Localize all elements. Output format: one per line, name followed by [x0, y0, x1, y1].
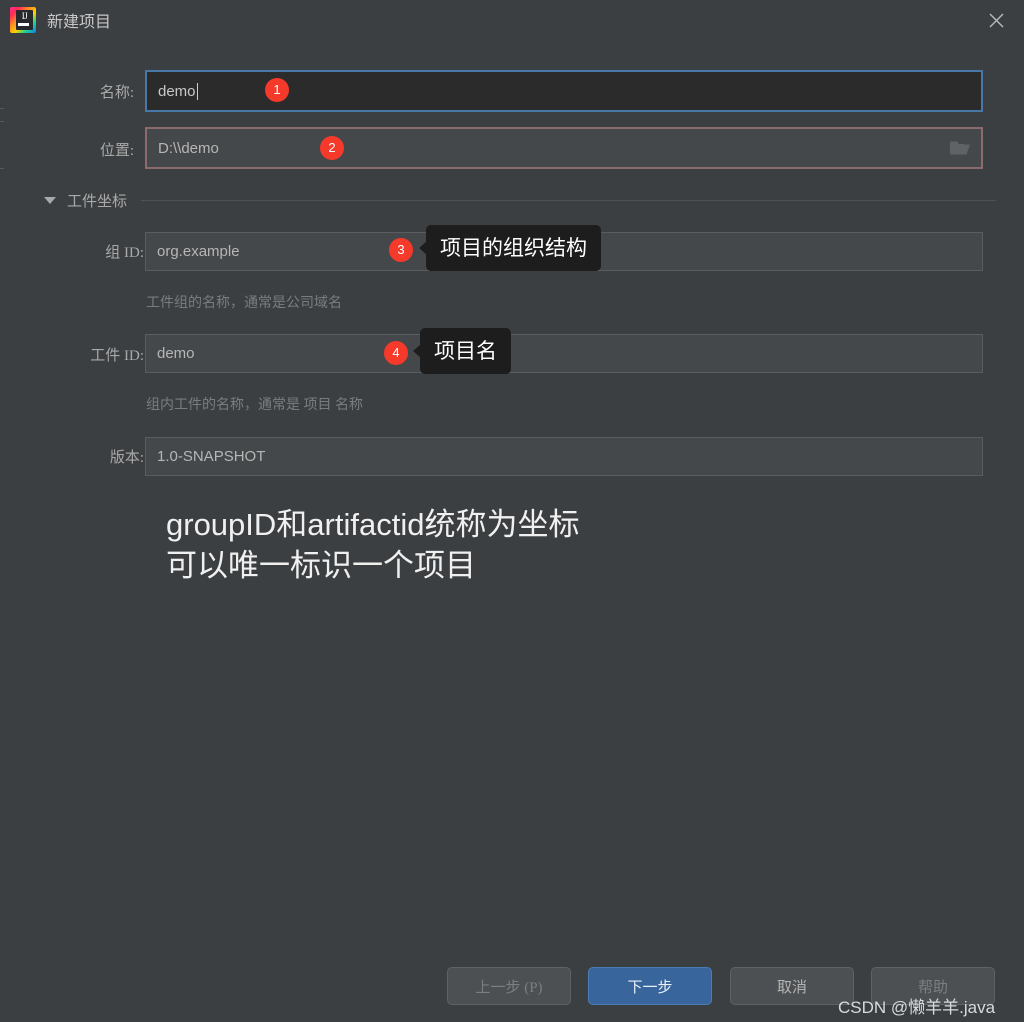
tooltip-text: 项目的组织结构	[440, 237, 587, 260]
text-caret	[196, 82, 198, 100]
badge-2: 2	[320, 136, 344, 160]
tooltip-group-id: 项目的组织结构	[419, 225, 601, 271]
tooltip-text: 项目名	[434, 340, 497, 363]
app-icon-glyph: IJ	[21, 11, 28, 21]
version-label: 版本:	[109, 450, 144, 466]
tooltip-artifact-id: 项目名	[413, 328, 511, 374]
name-input-value: demo	[158, 82, 196, 100]
location-input-value: D:\\demo	[158, 139, 219, 157]
gutter-tick	[0, 108, 4, 109]
artifact-id-hint: 组内工件的名称，通常是 项目 名称	[146, 398, 363, 413]
badge-3: 3	[389, 238, 413, 262]
close-icon[interactable]	[968, 0, 1024, 40]
artifact-id-label: 工件 ID:	[90, 348, 144, 364]
artifact-id-input-value: demo	[157, 345, 195, 362]
triangle-down-icon[interactable]	[44, 196, 56, 204]
watermark: CSDN @懒羊羊.java	[838, 998, 996, 1017]
annotation-line-1: groupID和artifactid统称为坐标	[166, 507, 580, 542]
section-label: 工件坐标	[67, 193, 128, 210]
annotation-note: groupID和artifactid统称为坐标 可以唯一标识一个项目	[166, 504, 579, 586]
location-label: 位置:	[99, 143, 134, 159]
gutter-tick	[0, 168, 4, 169]
version-input[interactable]: 1.0-SNAPSHOT	[145, 437, 983, 476]
annotation-line-2: 可以唯一标识一个项目	[166, 548, 476, 583]
section-header-artifact-coordinates[interactable]: 工件坐标	[44, 188, 996, 212]
next-button[interactable]: 下一步	[588, 967, 712, 1005]
window-titlebar: IJ 新建项目	[0, 0, 1024, 40]
artifact-id-input[interactable]: demo	[145, 334, 983, 373]
folder-icon[interactable]	[949, 139, 971, 157]
section-divider	[141, 199, 996, 201]
badge-1: 1	[265, 78, 289, 102]
version-input-value: 1.0-SNAPSHOT	[157, 448, 266, 465]
intellij-idea-icon: IJ	[10, 7, 36, 33]
name-label: 名称:	[99, 85, 134, 101]
cancel-button[interactable]: 取消	[730, 967, 854, 1005]
previous-button[interactable]: 上一步 (P)	[447, 967, 571, 1005]
gutter-tick	[0, 121, 4, 122]
location-input[interactable]: D:\\demo	[145, 127, 983, 169]
group-id-input-value: org.example	[157, 243, 240, 260]
page-title: 新建项目	[47, 14, 112, 31]
group-id-hint: 工件组的名称，通常是公司域名	[146, 296, 342, 311]
badge-4: 4	[384, 341, 408, 365]
group-id-label: 组 ID:	[105, 245, 144, 261]
